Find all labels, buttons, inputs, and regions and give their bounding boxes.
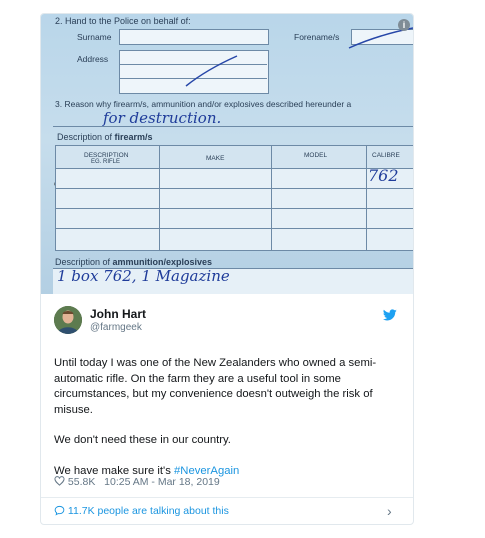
- avatar[interactable]: [54, 306, 82, 334]
- comment-bubble-icon: [54, 505, 65, 516]
- ammunition-handwriting: 1 box 762, 1 Magazine: [57, 267, 230, 285]
- tweet-text: Until today I was one of the New Zealand…: [54, 356, 404, 494]
- hashtag-link[interactable]: #NeverAgain: [174, 465, 239, 477]
- author-handle[interactable]: @farmgeek: [90, 322, 142, 333]
- col-make: MAKE: [206, 155, 225, 162]
- author-name[interactable]: John Hart: [90, 307, 146, 321]
- firearm-table: DESCRIPTION EG. RIFLE MAKE MODEL CALIBRE…: [55, 145, 413, 251]
- chevron-right-icon[interactable]: ›: [387, 503, 392, 519]
- like-count[interactable]: 55.8K: [68, 476, 95, 488]
- embedded-tweet-card[interactable]: 2. Hand to the Police on behalf of: Surn…: [40, 13, 414, 525]
- twitter-bird-icon[interactable]: [383, 308, 397, 322]
- heart-icon[interactable]: [54, 476, 65, 486]
- avatar-photo: [54, 306, 82, 334]
- tweet-body: John Hart @farmgeek Until today I was on…: [41, 294, 413, 524]
- reason-handwriting: for destruction.: [103, 109, 222, 127]
- tweet-photo[interactable]: 2. Hand to the Police on behalf of: Surn…: [41, 14, 413, 294]
- timestamp[interactable]: 10:25 AM - Mar 18, 2019: [104, 476, 220, 488]
- talking-count-text: 11.7K people are talking about this: [67, 505, 229, 517]
- section3-label: 3. Reason why firearm/s, ammunition and/…: [55, 99, 352, 109]
- calibre-handwriting: 762: [368, 166, 399, 185]
- tweet-paragraph-2: We don't need these in our country.: [54, 434, 231, 446]
- info-icon[interactable]: i: [398, 19, 410, 31]
- conversation-link[interactable]: 11.7K people are talking about this: [54, 505, 229, 517]
- tweet-meta: 55.8K 10:25 AM - Mar 18, 2019: [54, 476, 220, 488]
- ammunition-description-label: Description of ammunition/explosives: [55, 257, 213, 267]
- col-model: MODEL: [304, 152, 328, 159]
- col-calibre: CALIBRE: [372, 152, 400, 159]
- firearm-description-label: Description of firearm/s: [57, 132, 153, 142]
- tweet-paragraph-1: Until today I was one of the New Zealand…: [54, 357, 377, 416]
- divider: [41, 497, 413, 498]
- col-description-sub: EG. RIFLE: [91, 159, 121, 165]
- col-description: DESCRIPTION: [84, 152, 129, 159]
